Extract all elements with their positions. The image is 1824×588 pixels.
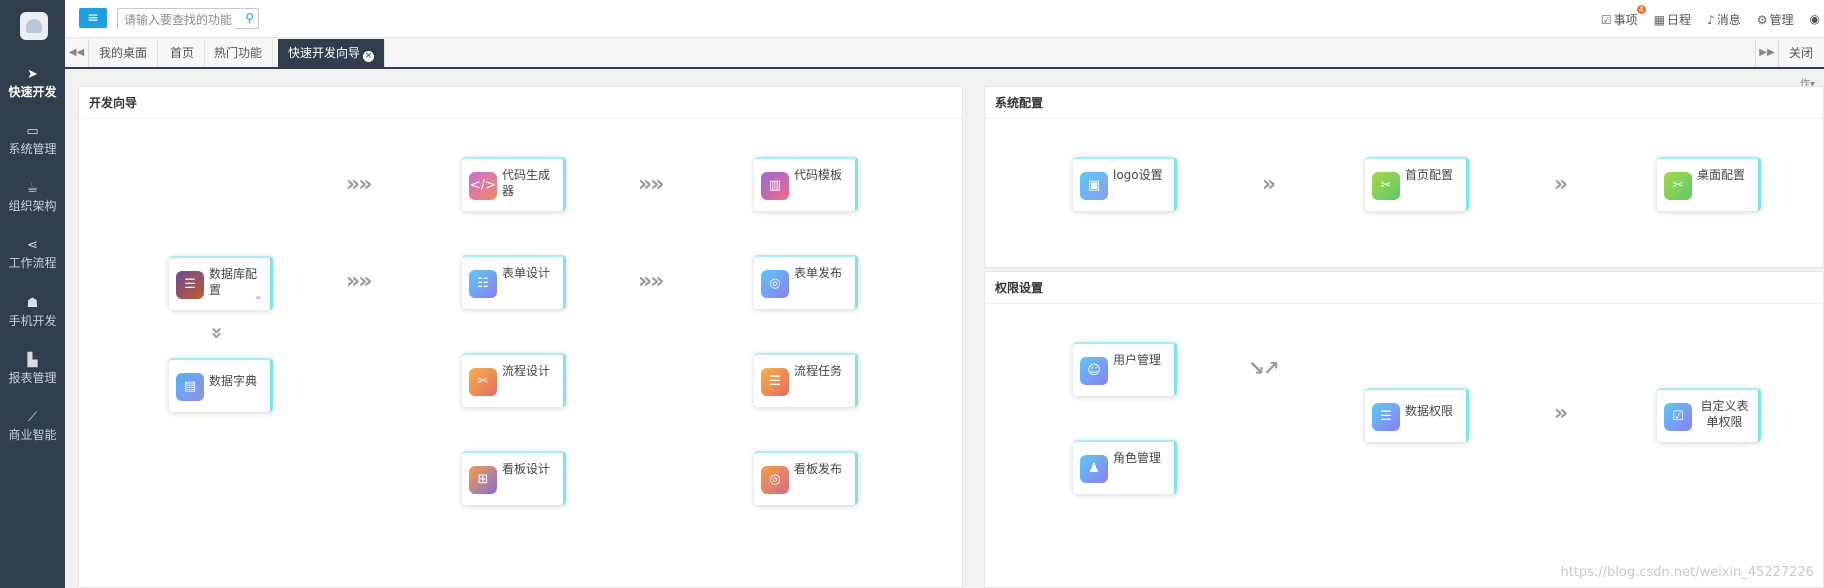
search-icon[interactable]: ⚲ xyxy=(245,11,254,25)
line-chart-icon: ⟋ xyxy=(27,410,38,425)
form-list-icon: ☷ xyxy=(469,270,497,298)
card-code-template[interactable]: ▥ 代码模板 xyxy=(754,157,858,211)
publish-icon: ◎ xyxy=(761,466,789,494)
card-form-publish[interactable]: ◎ 表单发布 xyxy=(754,255,858,309)
calendar-check-icon: ☑ xyxy=(1600,12,1612,27)
card-user-mgmt[interactable]: ☺ 用户管理 xyxy=(1073,342,1177,396)
card-data-dict[interactable]: ▤ 数据字典 xyxy=(169,358,273,412)
todo-badge: 4 xyxy=(1636,4,1646,14)
sidebar-item-bi[interactable]: ⟋ 商业智能 xyxy=(0,403,65,451)
code-icon: </> xyxy=(469,172,497,200)
tab-quick-dev-guide[interactable]: 快速开发向导 × xyxy=(278,39,386,67)
card-board-design[interactable]: ⊞ 看板设计 xyxy=(462,451,566,505)
library-icon: ▥ xyxy=(761,172,789,200)
card-db-config[interactable]: ☰ 数据库配置 ^ xyxy=(169,256,273,310)
area-chart-icon: ▙ xyxy=(27,353,38,368)
image-icon: ▣ xyxy=(1080,172,1108,200)
sidebar-item-report[interactable]: ▙ 报表管理 xyxy=(0,346,65,394)
card-custom-form-perm[interactable]: ☑ 自定义表单权限 xyxy=(1657,388,1761,442)
tab-my-desktop[interactable]: 我的桌面 xyxy=(89,39,159,67)
double-chevron-right-icon: »» xyxy=(638,172,664,197)
down-double-chevron-icon: » xyxy=(205,326,230,338)
menu-toggle-button[interactable]: ≡ xyxy=(79,8,107,28)
merge-arrows-icon: ↘↗ xyxy=(1248,356,1279,380)
topbar: ≡ ⚲ ☑事项4 ▦日程 ♪消息 ⚙管理 ◉ xyxy=(65,0,1824,38)
double-chevron-right-icon: » xyxy=(1554,401,1568,426)
user-avatar-icon[interactable]: ◉ xyxy=(1810,12,1820,26)
sidebar-item-org[interactable]: ☕ 组织架构 xyxy=(0,174,65,222)
book-icon: ▤ xyxy=(176,373,204,401)
tools-icon: ✂ xyxy=(1372,172,1400,200)
close-tabs-button[interactable]: 关闭 xyxy=(1781,39,1821,67)
card-role-mgmt[interactable]: ♟ 角色管理 xyxy=(1073,440,1177,494)
double-chevron-right-icon: » xyxy=(1554,172,1568,197)
share-icon: ⋖ xyxy=(27,238,38,253)
todo-link[interactable]: ☑ 事项 4 xyxy=(1600,4,1646,28)
panel-title: 系统配置 xyxy=(985,87,1823,119)
card-board-publish[interactable]: ◎ 看板发布 xyxy=(754,451,858,505)
card-home-config[interactable]: ✂ 首页配置 xyxy=(1365,157,1469,211)
tab-hot-features[interactable]: 热门功能 xyxy=(204,39,274,67)
android-icon: ☗ xyxy=(26,296,39,311)
database-icon: ☰ xyxy=(176,271,204,299)
role-icon: ♟ xyxy=(1080,455,1108,483)
sidebar: ➤ 快速开发 ▭ 系统管理 ☕ 组织架构 ⋖ 工作流程 ☗ 手机开发 ▙ 报表管… xyxy=(0,0,65,588)
double-chevron-right-icon: »» xyxy=(638,269,664,294)
tabs-scroll-right-icon[interactable]: ▶▶ xyxy=(1755,39,1779,67)
gear-icon: ⚙ xyxy=(1756,12,1768,27)
monitor-icon: ▭ xyxy=(26,124,39,139)
tools-icon: ✂ xyxy=(1664,172,1692,200)
double-chevron-right-icon: » xyxy=(1262,172,1276,197)
search-box: ⚲ xyxy=(117,8,259,30)
double-chevron-right-icon: »» xyxy=(346,172,372,197)
card-flow-design[interactable]: ✂ 流程设计 xyxy=(462,353,566,407)
server-icon: ☰ xyxy=(1372,403,1400,431)
sidebar-item-workflow[interactable]: ⋖ 工作流程 xyxy=(0,231,65,279)
dashboard-icon: ⊞ xyxy=(469,466,497,494)
panel-title: 权限设置 xyxy=(985,272,1823,304)
checklist-icon: ☑ xyxy=(1664,403,1692,431)
bell-icon: ♪ xyxy=(1707,12,1715,27)
calendar-icon: ▦ xyxy=(1653,12,1666,27)
card-flow-task[interactable]: ☰ 流程任务 xyxy=(754,353,858,407)
card-logo-setting[interactable]: ▣ logo设置 xyxy=(1073,157,1177,211)
tools-icon: ✂ xyxy=(469,368,497,396)
task-list-icon: ☰ xyxy=(761,368,789,396)
message-link[interactable]: ♪ 消息 xyxy=(1707,11,1741,28)
user-icon: ☺ xyxy=(1080,357,1108,385)
card-data-perm[interactable]: ☰ 数据权限 xyxy=(1365,388,1469,442)
topbar-actions: ☑ 事项 4 ▦ 日程 ♪ 消息 ⚙ 管理 ◉ xyxy=(1601,0,1824,38)
schedule-link[interactable]: ▦ 日程 xyxy=(1654,11,1691,28)
tabs-scroll-left-icon[interactable]: ◀◀ xyxy=(65,39,89,67)
admin-link[interactable]: ⚙ 管理 xyxy=(1757,11,1794,28)
search-input[interactable] xyxy=(118,10,234,30)
caret-up-icon: ^ xyxy=(254,296,262,306)
paper-plane-icon: ➤ xyxy=(27,67,38,82)
tab-home[interactable]: 首页 xyxy=(160,39,206,67)
watermark: https://blog.csdn.net/weixin_45227226 xyxy=(1560,565,1814,580)
tab-bar: ◀◀ 我的桌面 首页 热门功能 快速开发向导 × ▶▶ 关闭 xyxy=(65,39,1824,69)
card-desktop-config[interactable]: ✂ 桌面配置 xyxy=(1657,157,1761,211)
sidebar-item-quick-dev[interactable]: ➤ 快速开发 xyxy=(0,60,65,108)
publish-icon: ◎ xyxy=(761,270,789,298)
panel-title: 开发向导 xyxy=(79,87,962,119)
card-code-generator[interactable]: </> 代码生成器 xyxy=(462,157,566,211)
hamburger-icon: ≡ xyxy=(87,10,99,26)
card-form-design[interactable]: ☷ 表单设计 xyxy=(462,255,566,309)
sidebar-item-mobile[interactable]: ☗ 手机开发 xyxy=(0,289,65,337)
double-chevron-right-icon: »» xyxy=(346,269,372,294)
close-tab-icon[interactable]: × xyxy=(363,51,375,62)
sidebar-item-system[interactable]: ▭ 系统管理 xyxy=(0,117,65,165)
app-logo[interactable] xyxy=(20,12,48,40)
coffee-icon: ☕ xyxy=(26,181,39,196)
